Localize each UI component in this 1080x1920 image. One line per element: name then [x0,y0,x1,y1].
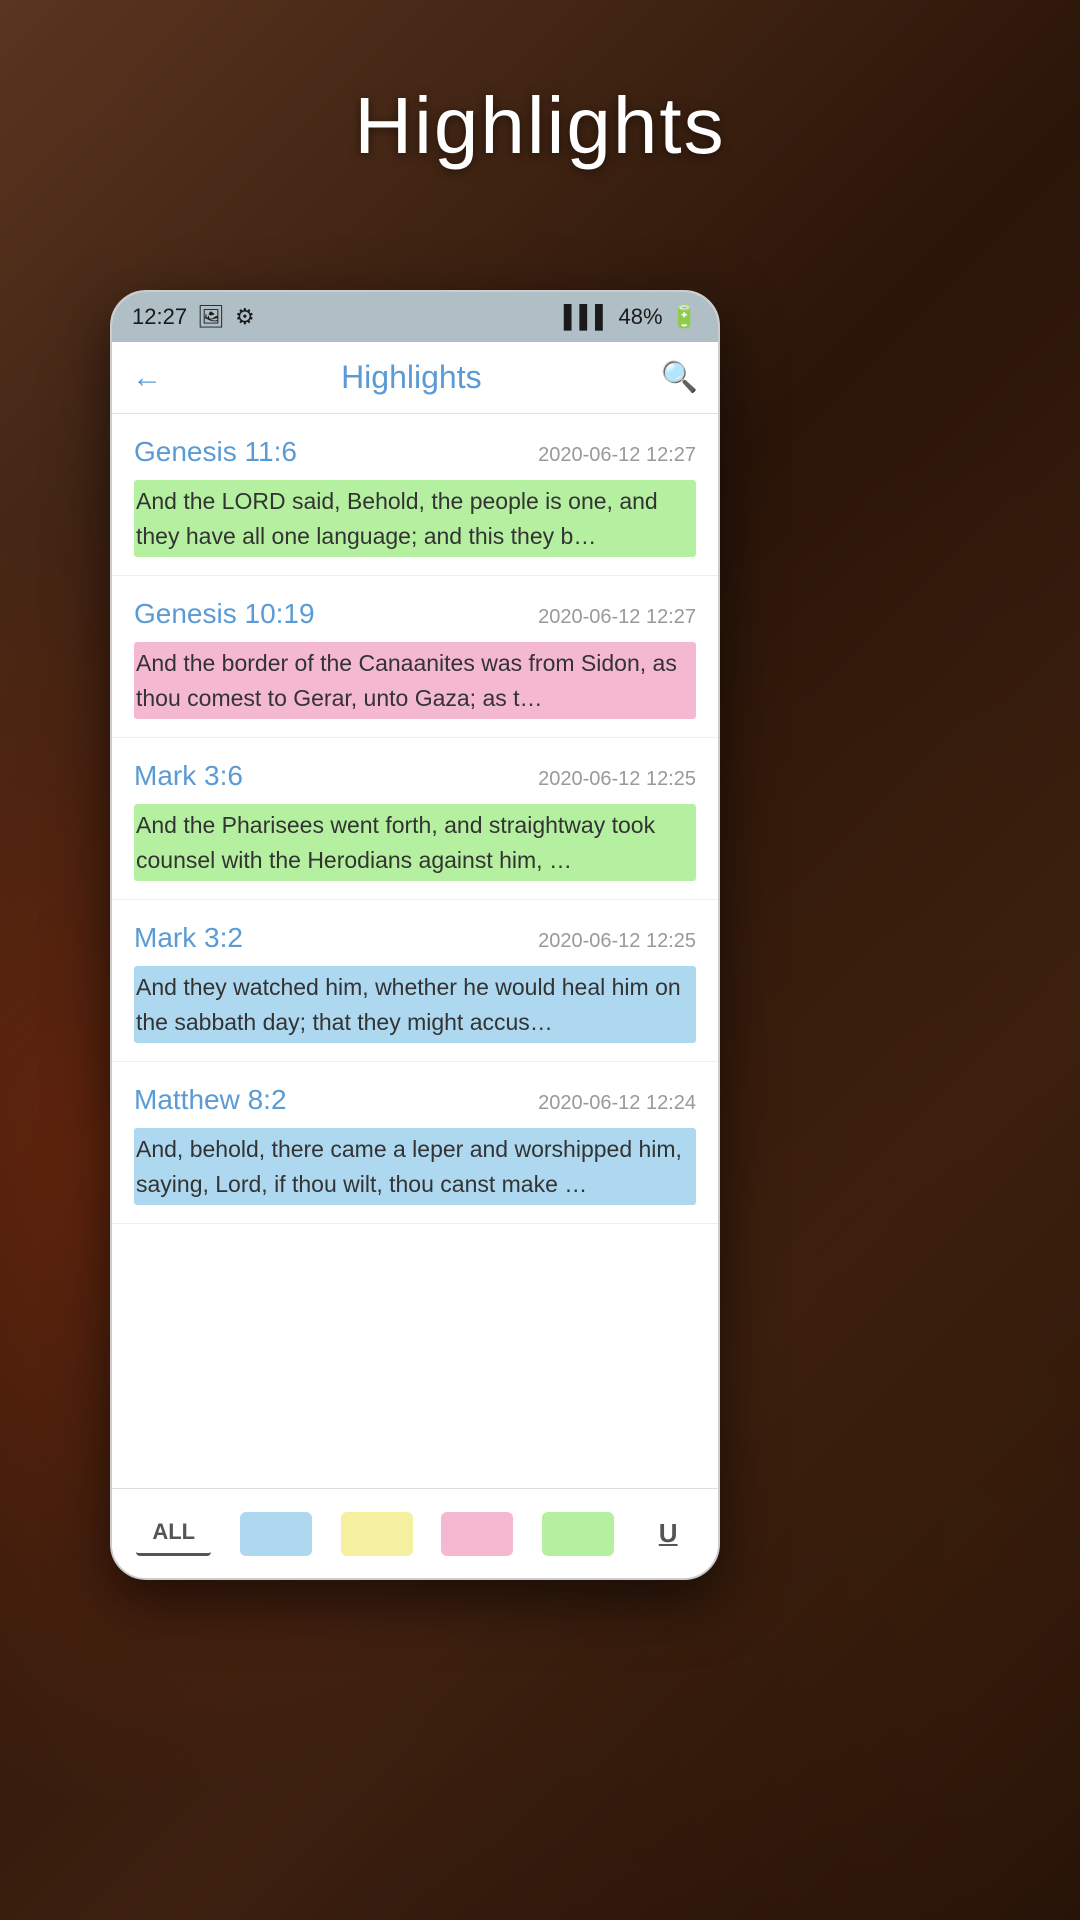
item-reference: Mark 3:2 [134,922,243,954]
status-left: 12:27 🖼 ⚙ [132,304,255,330]
list-item[interactable]: Genesis 11:6 2020-06-12 12:27 And the LO… [112,414,718,576]
item-text: And the Pharisees went forth, and straig… [134,804,696,881]
page-title: Highlights [0,80,1080,172]
header-title: Highlights [341,359,482,396]
phone-frame: 12:27 🖼 ⚙ ▌▌▌ 48% 🔋 ← Highlights 🔍 Genes… [110,290,720,1580]
search-icon[interactable]: 🔍 [661,360,698,395]
status-right: ▌▌▌ 48% 🔋 [564,304,698,330]
item-date: 2020-06-12 12:27 [538,606,696,629]
item-text: And they watched him, whether he would h… [134,966,696,1043]
signal-icon: ▌▌▌ [564,304,611,330]
item-reference: Mark 3:6 [134,760,243,792]
item-header: Genesis 10:19 2020-06-12 12:27 [134,598,696,630]
filter-pink-button[interactable] [441,1512,513,1556]
highlights-list: Genesis 11:6 2020-06-12 12:27 And the LO… [112,414,718,1488]
filter-underline-button[interactable]: U [643,1510,694,1557]
item-header: Mark 3:2 2020-06-12 12:25 [134,922,696,954]
list-item[interactable]: Mark 3:6 2020-06-12 12:25 And the Pharis… [112,738,718,900]
filter-all-button[interactable]: ALL [136,1511,211,1556]
item-date: 2020-06-12 12:25 [538,768,696,791]
app-header: ← Highlights 🔍 [112,342,718,414]
item-header: Matthew 8:2 2020-06-12 12:24 [134,1084,696,1116]
battery-label: 48% [619,304,663,330]
back-button[interactable]: ← [132,361,162,395]
list-item[interactable]: Matthew 8:2 2020-06-12 12:24 And, behold… [112,1062,718,1224]
status-bar: 12:27 🖼 ⚙ ▌▌▌ 48% 🔋 [112,292,718,342]
item-text: And, behold, there came a leper and wors… [134,1128,696,1205]
item-text: And the border of the Canaanites was fro… [134,642,696,719]
item-date: 2020-06-12 12:25 [538,930,696,953]
list-item[interactable]: Genesis 10:19 2020-06-12 12:27 And the b… [112,576,718,738]
image-icon: 🖼 [197,304,225,330]
item-text: And the LORD said, Behold, the people is… [134,480,696,557]
battery-icon: 🔋 [671,304,698,330]
filter-yellow-button[interactable] [341,1512,413,1556]
item-header: Genesis 11:6 2020-06-12 12:27 [134,436,696,468]
filter-bar: ALL U [112,1488,718,1578]
item-header: Mark 3:6 2020-06-12 12:25 [134,760,696,792]
filter-green-button[interactable] [542,1512,614,1556]
item-reference: Genesis 11:6 [134,436,297,468]
item-reference: Genesis 10:19 [134,598,315,630]
bluetooth-icon: ⚙ [235,304,255,330]
item-date: 2020-06-12 12:27 [538,444,696,467]
filter-blue-button[interactable] [240,1512,312,1556]
item-reference: Matthew 8:2 [134,1084,287,1116]
status-time: 12:27 [132,304,187,330]
item-date: 2020-06-12 12:24 [538,1092,696,1115]
list-item[interactable]: Mark 3:2 2020-06-12 12:25 And they watch… [112,900,718,1062]
